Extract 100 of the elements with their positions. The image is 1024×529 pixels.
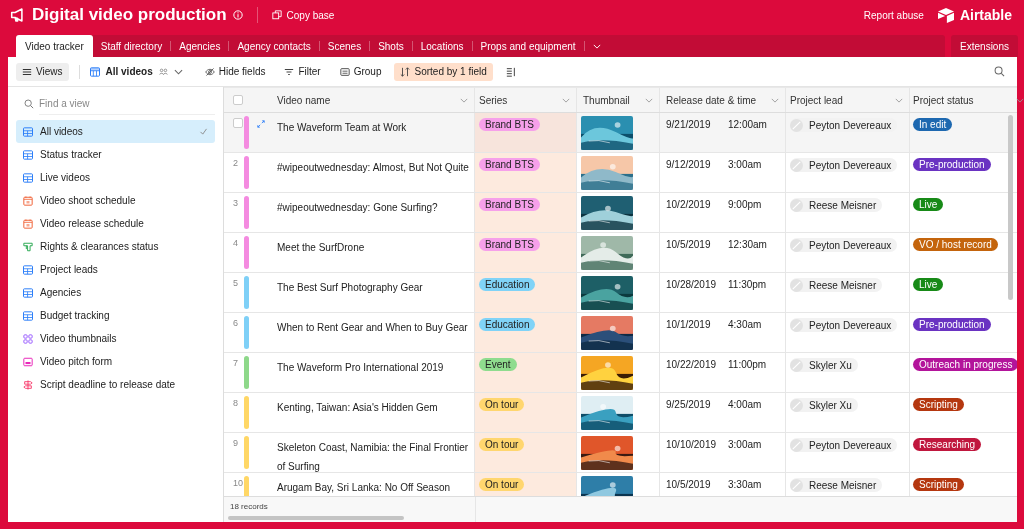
search-icon[interactable] <box>994 66 1005 77</box>
status-tag: Outreach in progress <box>913 358 1017 371</box>
views-button[interactable]: Views <box>16 62 69 81</box>
view-item[interactable]: Budget tracking <box>16 304 215 327</box>
chevron-down-icon <box>173 67 183 76</box>
status-tag: Scripting <box>913 398 964 411</box>
expand-icon[interactable] <box>257 120 265 128</box>
people-icon <box>158 67 168 76</box>
scrollbar[interactable] <box>1008 115 1013 300</box>
table-tab[interactable]: Agency contacts <box>229 35 319 57</box>
column-header[interactable]: Video name <box>269 88 475 112</box>
copy-icon <box>271 10 282 20</box>
calendar-icon <box>23 195 33 206</box>
series-tag: Brand BTS <box>479 198 540 211</box>
grid-icon <box>23 264 33 275</box>
view-item[interactable]: Live videos <box>16 166 215 189</box>
series-tag: Brand BTS <box>479 118 540 131</box>
scrollbar[interactable] <box>228 516 404 520</box>
series-tag: On tour <box>479 398 525 411</box>
row-number: 9 <box>233 438 239 450</box>
view-item[interactable]: Agencies <box>16 281 215 304</box>
table-tab[interactable]: Agencies <box>171 35 229 57</box>
video-name: When to Rent Gear and When to Buy Gear <box>277 321 468 335</box>
view-item[interactable]: Project leads <box>16 258 215 281</box>
table-tab[interactable]: Scenes <box>319 35 370 57</box>
gallery-icon <box>23 333 33 344</box>
grid-icon <box>23 126 33 137</box>
release-date: 10/10/2019 <box>666 438 718 452</box>
series-tag: Event <box>479 358 517 371</box>
row-number: 3 <box>233 198 239 210</box>
sort-button[interactable]: Sorted by 1 field <box>394 62 493 81</box>
copy-base-button[interactable]: Copy base <box>271 9 335 21</box>
column-header[interactable]: Series <box>475 88 577 112</box>
grid-icon <box>23 172 33 183</box>
release-date: 10/22/2019 <box>666 358 718 372</box>
video-name: Skeleton Coast, Namibia: the Final Frontier of Surfing <box>277 441 470 472</box>
info-icon[interactable] <box>232 10 243 20</box>
extensions-button[interactable]: Extensions <box>951 35 1018 57</box>
avatar-icon <box>790 318 803 332</box>
status-tag: Live <box>913 198 944 211</box>
release-date: 9/12/2019 <box>666 158 712 172</box>
series-tag: Brand BTS <box>479 158 540 171</box>
row-height-icon[interactable] <box>505 66 516 77</box>
avatar-icon <box>790 198 803 212</box>
filter-button[interactable]: Filter <box>278 62 327 81</box>
table-tab[interactable]: Props and equipment <box>472 35 584 57</box>
release-time: 11:00pm <box>728 358 767 372</box>
release-date: 9/25/2019 <box>666 398 712 412</box>
chevron-down-icon[interactable] <box>1016 97 1024 103</box>
hide-button[interactable]: Hide fields <box>198 62 272 81</box>
view-item[interactable]: Rights & clearances status <box>16 235 215 258</box>
view-item[interactable]: Video shoot schedule <box>16 189 215 212</box>
release-date: 10/28/2019 <box>666 278 718 292</box>
video-name: Meet the SurfDrone <box>277 241 365 255</box>
table-tab[interactable]: Shots <box>370 35 412 57</box>
release-time: 9:00pm <box>728 198 762 212</box>
view-item[interactable]: Script deadline to release date <box>16 373 215 396</box>
list-icon <box>339 66 350 77</box>
view-switcher[interactable]: All videos <box>89 66 183 77</box>
table-tab[interactable]: Staff directory <box>92 35 171 57</box>
column-header[interactable]: Thumbnail <box>577 88 660 112</box>
table-tab[interactable]: Locations <box>412 35 472 57</box>
report-abuse-link[interactable]: Report abuse <box>863 9 924 21</box>
video-name: The Waveform Pro International 2019 <box>277 361 444 375</box>
group-button[interactable]: Group <box>333 62 388 81</box>
chevron-down-icon[interactable] <box>771 97 779 103</box>
column-header[interactable]: Release date & time <box>660 88 786 112</box>
video-name: #wipeoutwednesday: Almost, But Not Quite <box>277 161 469 175</box>
view-item[interactable]: All videos <box>16 120 215 143</box>
chevron-down-icon[interactable] <box>645 97 653 103</box>
release-time: 3:00am <box>728 158 762 172</box>
series-tag: Education <box>479 318 536 331</box>
form-icon <box>23 356 33 367</box>
select-all-checkbox[interactable] <box>233 95 243 105</box>
row-checkbox[interactable] <box>233 118 243 128</box>
view-item[interactable]: Status tracker <box>16 143 215 166</box>
column-header[interactable]: Project lead <box>786 88 910 112</box>
row-number: 7 <box>233 358 239 370</box>
video-name: The Best Surf Photography Gear <box>277 281 423 295</box>
release-date: 9/21/2019 <box>666 118 712 132</box>
view-item[interactable]: Video pitch form <box>16 350 215 373</box>
chevron-down-icon[interactable] <box>562 97 570 103</box>
record-count: 18 records <box>230 502 268 511</box>
column-header[interactable]: Project status <box>910 88 1024 112</box>
person-name: Reese Meisner <box>809 279 877 291</box>
chevron-down-icon[interactable] <box>895 97 903 103</box>
person-name: Skyler Xu <box>809 359 852 371</box>
chevron-down-icon[interactable] <box>460 97 468 103</box>
view-item[interactable]: Video release schedule <box>16 212 215 235</box>
avatar-icon <box>790 358 803 372</box>
avatar-icon <box>790 158 803 172</box>
eye-slash-icon <box>204 66 215 77</box>
release-time: 4:30am <box>728 318 762 332</box>
table-tab[interactable]: Video tracker <box>16 35 93 57</box>
person-name: Peyton Devereaux <box>809 319 892 331</box>
row-number: 8 <box>233 398 239 410</box>
status-tag: Researching <box>913 438 982 451</box>
row-number: 10 <box>233 478 243 490</box>
calendar-icon <box>23 218 33 229</box>
view-item[interactable]: Video thumbnails <box>16 327 215 350</box>
